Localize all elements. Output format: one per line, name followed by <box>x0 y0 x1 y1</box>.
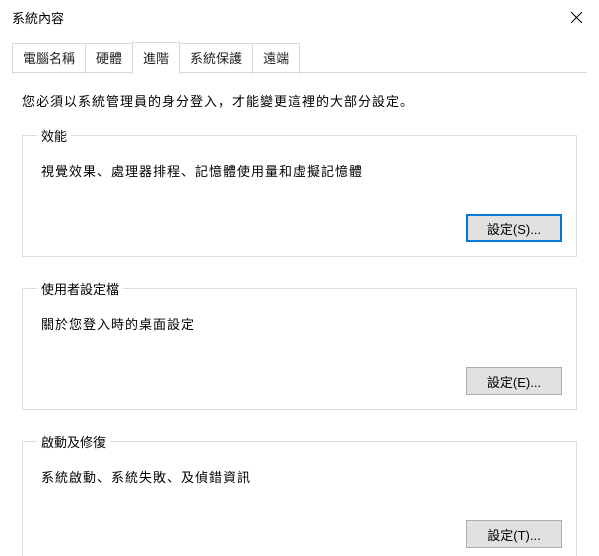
tab-strip: 電腦名稱 硬體 進階 系統保護 遠端 <box>12 42 587 73</box>
titlebar: 系統內容 <box>0 0 599 34</box>
startup-recovery-desc: 系統啟動、系統失敗、及偵錯資訊 <box>41 467 562 486</box>
group-startup-recovery: 啟動及修復 系統啟動、系統失敗、及偵錯資訊 設定(T)... <box>22 432 577 556</box>
tab-baseline <box>12 72 587 73</box>
startup-recovery-settings-button[interactable]: 設定(T)... <box>466 520 562 548</box>
group-startup-recovery-legend: 啟動及修復 <box>37 432 110 451</box>
group-user-profiles: 使用者設定檔 關於您登入時的桌面設定 設定(E)... <box>22 279 577 410</box>
tab-system-protection[interactable]: 系統保護 <box>179 43 253 74</box>
user-profiles-settings-button[interactable]: 設定(E)... <box>466 367 562 395</box>
user-profiles-desc: 關於您登入時的桌面設定 <box>41 314 562 333</box>
tab-remote[interactable]: 遠端 <box>252 43 300 74</box>
performance-desc: 視覺效果、處理器排程、記憶體使用量和虛擬記憶體 <box>41 161 562 180</box>
group-performance: 效能 視覺效果、處理器排程、記憶體使用量和虛擬記憶體 設定(S)... <box>22 126 577 257</box>
tab-content-advanced: 您必須以系統管理員的身分登入，才能變更這裡的大部分設定。 效能 視覺效果、處理器… <box>0 73 599 556</box>
group-performance-legend: 效能 <box>37 126 71 145</box>
close-button[interactable] <box>553 0 599 34</box>
window-title: 系統內容 <box>12 8 64 27</box>
intro-text: 您必須以系統管理員的身分登入，才能變更這裡的大部分設定。 <box>22 91 577 110</box>
close-icon <box>571 12 582 23</box>
performance-settings-button[interactable]: 設定(S)... <box>466 214 562 242</box>
tab-hardware[interactable]: 硬體 <box>85 43 133 74</box>
tab-advanced[interactable]: 進階 <box>132 42 180 73</box>
group-user-profiles-legend: 使用者設定檔 <box>37 279 123 298</box>
tab-computer-name[interactable]: 電腦名稱 <box>12 43 86 74</box>
